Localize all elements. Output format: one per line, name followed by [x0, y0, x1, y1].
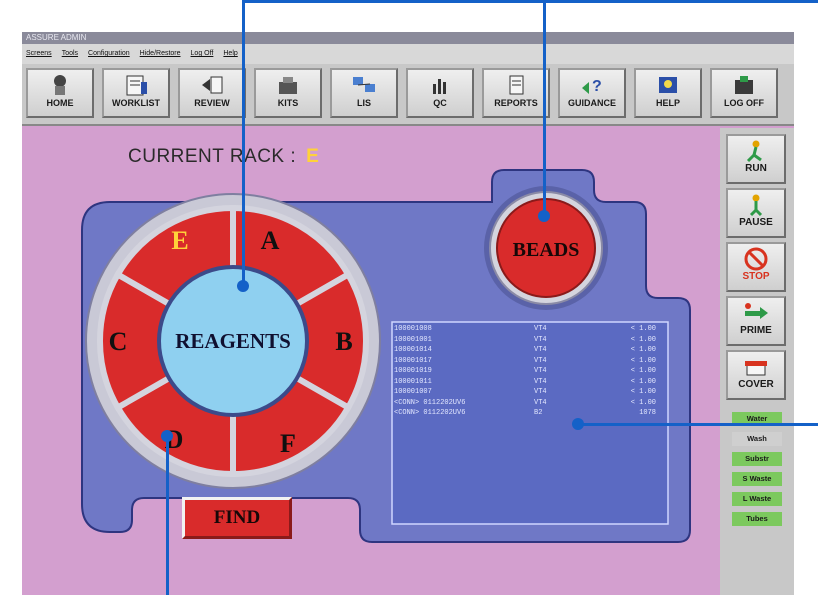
run-icon — [746, 140, 762, 163]
segment-a-label: A — [261, 226, 280, 255]
callout-line-wheel — [166, 440, 169, 595]
status-tubes: Tubes — [732, 512, 782, 526]
callout-line-beads — [543, 0, 546, 218]
callout-dot-wheel — [161, 430, 173, 442]
log-row: 100001019 VT4 < 1.00 — [394, 367, 656, 375]
pause-icon — [749, 194, 763, 217]
stop-label: STOP — [742, 271, 770, 282]
status-wash: Wash — [732, 432, 782, 446]
callout-dot-log — [572, 418, 584, 430]
callout-line-reagents — [242, 0, 245, 288]
reagents-label: REAGENTS — [175, 329, 291, 353]
cover-icon — [745, 361, 767, 376]
pause-button[interactable]: PAUSE — [726, 188, 786, 238]
run-button[interactable]: RUN — [726, 134, 786, 184]
log-row: <CONN> 0112202UV6 VT4 < 1.00 — [394, 398, 656, 407]
prime-icon — [745, 303, 768, 319]
segment-f-label: F — [280, 429, 296, 458]
segment-e-label: E — [171, 226, 188, 255]
reagent-panel: REAGENTS A B F D C E BEADS — [81, 169, 691, 543]
status-l-waste: L Waste — [732, 492, 782, 506]
callout-dot-beads — [538, 210, 550, 222]
segment-c-label: C — [109, 327, 128, 356]
log-row: 100001011 VT4 < 1.00 — [394, 377, 656, 386]
prime-button[interactable]: PRIME — [726, 296, 786, 346]
callout-dot-reagents — [237, 280, 249, 292]
pause-label: PAUSE — [739, 217, 773, 228]
log-row: 100001007 VT4 < 1.00 — [394, 388, 656, 396]
log-row: 100001001 VT4 < 1.00 — [394, 335, 656, 344]
callout-line-log — [578, 423, 818, 426]
log-row: <CONN> 0112202UV6 B2 1078 — [394, 409, 656, 417]
results-log: 100001008 VT4 < 1.00 100001001 VT4 < 1.00 10… — [394, 324, 666, 504]
control-sidebar: RUN PAUSE STOP PRIME COVER Water Wash Su… — [720, 128, 794, 595]
callout-line-top — [242, 0, 546, 3]
app-screen: ASSURE ADMIN Screens Tools Configuration… — [22, 32, 794, 595]
cover-label: COVER — [738, 379, 774, 390]
log-row: 100001017 VT4 < 1.00 — [394, 356, 656, 365]
find-button[interactable]: FIND — [182, 497, 292, 539]
status-s-waste: S Waste — [732, 472, 782, 486]
stop-button[interactable]: STOP — [726, 242, 786, 292]
callout-line-top-right — [546, 0, 818, 3]
prime-label: PRIME — [740, 325, 772, 336]
cover-button[interactable]: COVER — [726, 350, 786, 400]
segment-b-label: B — [335, 327, 352, 356]
status-substr: Substr — [732, 452, 782, 466]
stop-icon — [744, 247, 768, 271]
log-row: 100001014 VT4 < 1.00 — [394, 346, 656, 354]
beads-label: BEADS — [513, 239, 580, 261]
log-row: 100001008 VT4 < 1.00 — [394, 325, 656, 333]
run-label: RUN — [745, 163, 767, 174]
